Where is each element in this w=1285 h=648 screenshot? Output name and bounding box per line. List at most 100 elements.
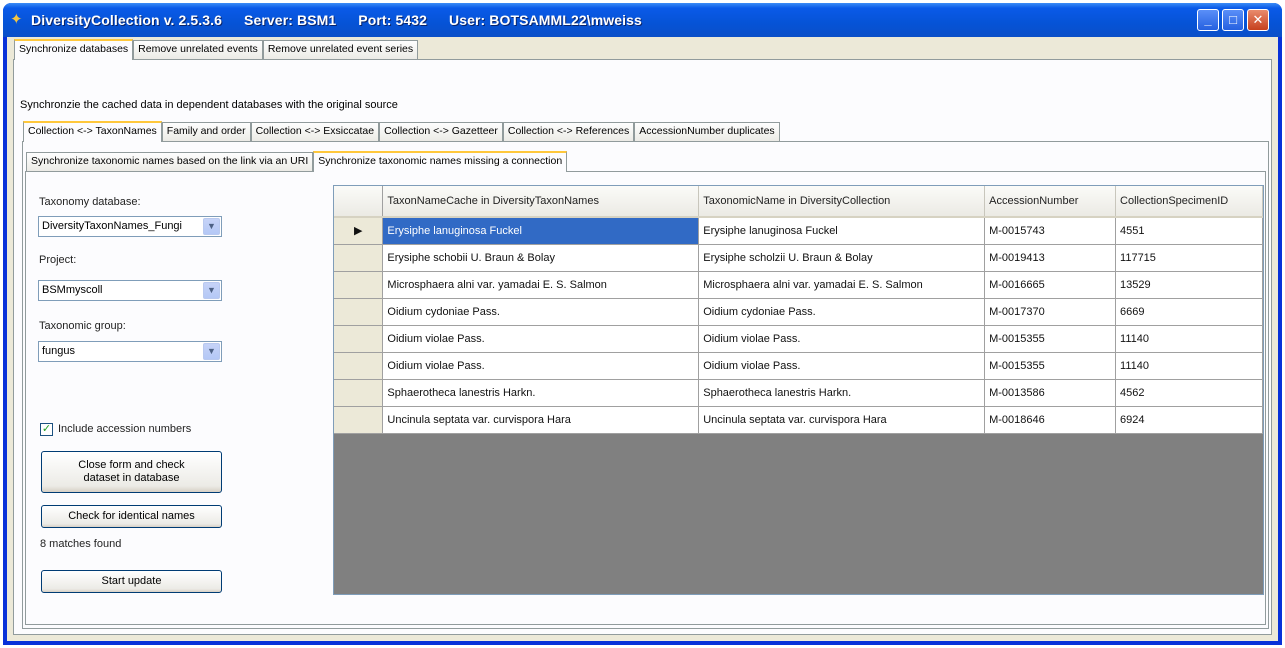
- table-cell[interactable]: Microsphaera alni var. yamadai E. S. Sal…: [698, 271, 986, 299]
- row-header[interactable]: [334, 244, 384, 272]
- table-cell[interactable]: 11140: [1115, 325, 1263, 353]
- row-header[interactable]: [334, 298, 384, 326]
- table-cell[interactable]: Erysiphe lanuginosa Fuckel: [382, 217, 700, 245]
- column-header-taxonomicname[interactable]: TaxonomicName in DiversityCollection: [698, 186, 986, 218]
- include-accession-checkbox[interactable]: ✓: [40, 423, 53, 436]
- client-area: Synchronize databases Remove unrelated e…: [7, 37, 1278, 641]
- table-cell[interactable]: Erysiphe schobii U. Braun & Bolay: [382, 244, 700, 272]
- table-row[interactable]: Oidium violae Pass. Oidium violae Pass. …: [334, 352, 1263, 380]
- table-row[interactable]: Oidium violae Pass. Oidium violae Pass. …: [334, 325, 1263, 353]
- table-row[interactable]: Microsphaera alni var. yamadai E. S. Sal…: [334, 271, 1263, 299]
- window-title: DiversityCollection v. 2.5.3.6 Server: B…: [31, 12, 660, 28]
- row-header[interactable]: [334, 271, 384, 299]
- include-accession-label: Include accession numbers: [58, 423, 192, 435]
- start-update-button[interactable]: Start update: [41, 570, 222, 593]
- current-row-arrow-icon[interactable]: ▶: [334, 217, 384, 245]
- description-text: Synchronzie the cached data in dependent…: [20, 99, 398, 111]
- table-cell[interactable]: M-0019413: [984, 244, 1117, 272]
- title-server: Server: BSM1: [244, 12, 337, 28]
- table-cell[interactable]: 4551: [1115, 217, 1263, 245]
- row-header[interactable]: [334, 379, 384, 407]
- table-cell[interactable]: Oidium cydoniae Pass.: [698, 298, 986, 326]
- results-grid[interactable]: TaxonNameCache in DiversityTaxonNames Ta…: [333, 185, 1264, 595]
- table-cell[interactable]: 11140: [1115, 352, 1263, 380]
- close-form-button[interactable]: Close form and check dataset in database: [41, 451, 222, 493]
- check-identical-names-button[interactable]: Check for identical names: [41, 505, 222, 528]
- tab-accessionnumber-duplicates[interactable]: AccessionNumber duplicates: [634, 122, 780, 141]
- project-select[interactable]: BSMmyscoll ▼: [38, 280, 222, 301]
- table-cell[interactable]: 13529: [1115, 271, 1263, 299]
- table-cell[interactable]: 117715: [1115, 244, 1263, 272]
- table-cell[interactable]: M-0013586: [984, 379, 1117, 407]
- table-cell[interactable]: Oidium cydoniae Pass.: [382, 298, 700, 326]
- tab-remove-unrelated-event-series[interactable]: Remove unrelated event series: [262, 40, 419, 59]
- table-cell[interactable]: 4562: [1115, 379, 1263, 407]
- table-cell[interactable]: Microsphaera alni var. yamadai E. S. Sal…: [382, 271, 700, 299]
- title-port: Port: 5432: [358, 12, 427, 28]
- table-cell[interactable]: Oidium violae Pass.: [382, 352, 700, 380]
- row-header-corner[interactable]: [334, 186, 384, 218]
- title-app-version: DiversityCollection v. 2.5.3.6: [31, 12, 223, 28]
- taxonomy-database-label: Taxonomy database:: [39, 196, 141, 208]
- chevron-down-icon[interactable]: ▼: [203, 218, 220, 235]
- table-cell[interactable]: M-0016665: [984, 271, 1117, 299]
- row-header[interactable]: [334, 352, 384, 380]
- table-cell[interactable]: 6924: [1115, 406, 1263, 434]
- table-row[interactable]: Erysiphe schobii U. Braun & Bolay Erysip…: [334, 244, 1263, 272]
- project-label: Project:: [39, 254, 77, 266]
- sync-tab-strip: Collection <-> TaxonNames Family and ord…: [23, 121, 780, 142]
- title-bar[interactable]: ✦ DiversityCollection v. 2.5.3.6 Server:…: [3, 3, 1282, 37]
- tab-synchronize-databases[interactable]: Synchronize databases: [14, 39, 134, 60]
- close-button[interactable]: ✕: [1247, 9, 1269, 31]
- table-cell[interactable]: 6669: [1115, 298, 1263, 326]
- app-window: ✦ DiversityCollection v. 2.5.3.6 Server:…: [3, 3, 1282, 645]
- tab-collection-exsiccatae[interactable]: Collection <-> Exsiccatae: [250, 122, 380, 141]
- chevron-down-icon[interactable]: ▼: [203, 282, 220, 299]
- title-user: User: BOTSAMML22\mweiss: [449, 12, 642, 28]
- taxonomy-database-value: DiversityTaxonNames_Fungi: [42, 220, 182, 232]
- tab-sync-via-uri[interactable]: Synchronize taxonomic names based on the…: [26, 152, 314, 171]
- app-icon: ✦: [10, 11, 23, 28]
- sub-tab-strip: Synchronize taxonomic names based on the…: [26, 151, 568, 172]
- taxonomic-group-value: fungus: [42, 345, 76, 357]
- tab-remove-unrelated-events[interactable]: Remove unrelated events: [133, 40, 263, 59]
- tab-family-and-order[interactable]: Family and order: [161, 122, 251, 141]
- table-header-row: TaxonNameCache in DiversityTaxonNames Ta…: [334, 186, 1263, 218]
- table-cell[interactable]: M-0015355: [984, 352, 1117, 380]
- tab-sync-missing-connection[interactable]: Synchronize taxonomic names missing a co…: [313, 151, 568, 172]
- column-header-collectionspecimenid[interactable]: CollectionSpecimenID: [1115, 186, 1263, 218]
- row-header[interactable]: [334, 406, 384, 434]
- table-row[interactable]: ▶ Erysiphe lanuginosa Fuckel Erysiphe la…: [334, 217, 1263, 245]
- table-cell[interactable]: Oidium violae Pass.: [698, 325, 986, 353]
- row-header[interactable]: [334, 325, 384, 353]
- table-cell[interactable]: Erysiphe scholzii U. Braun & Bolay: [698, 244, 986, 272]
- table-cell[interactable]: M-0017370: [984, 298, 1117, 326]
- tab-collection-references[interactable]: Collection <-> References: [502, 122, 635, 141]
- table-cell[interactable]: M-0018646: [984, 406, 1117, 434]
- taxonomy-database-select[interactable]: DiversityTaxonNames_Fungi ▼: [38, 216, 222, 237]
- column-header-accessionnumber[interactable]: AccessionNumber: [984, 186, 1117, 218]
- table-cell[interactable]: Uncinula septata var. curvispora Hara: [382, 406, 700, 434]
- table-row[interactable]: Oidium cydoniae Pass. Oidium cydoniae Pa…: [334, 298, 1263, 326]
- column-header-taxonnamecache[interactable]: TaxonNameCache in DiversityTaxonNames: [382, 186, 700, 218]
- minimize-button[interactable]: _: [1197, 9, 1219, 31]
- table-cell[interactable]: M-0015355: [984, 325, 1117, 353]
- top-tab-strip: Synchronize databases Remove unrelated e…: [14, 39, 419, 60]
- table-cell[interactable]: Oidium violae Pass.: [698, 352, 986, 380]
- maximize-button[interactable]: □: [1222, 9, 1244, 31]
- tab-collection-taxonnames[interactable]: Collection <-> TaxonNames: [23, 121, 162, 142]
- matches-found-text: 8 matches found: [40, 538, 122, 550]
- table-cell[interactable]: Oidium violae Pass.: [382, 325, 700, 353]
- table-cell[interactable]: Erysiphe lanuginosa Fuckel: [698, 217, 986, 245]
- table-cell[interactable]: Sphaerotheca lanestris Harkn.: [382, 379, 700, 407]
- table-cell[interactable]: Uncinula septata var. curvispora Hara: [698, 406, 986, 434]
- table-cell[interactable]: M-0015743: [984, 217, 1117, 245]
- taxonomic-group-label: Taxonomic group:: [39, 320, 126, 332]
- table-cell[interactable]: Sphaerotheca lanestris Harkn.: [698, 379, 986, 407]
- results-table: TaxonNameCache in DiversityTaxonNames Ta…: [334, 186, 1263, 434]
- table-row[interactable]: Sphaerotheca lanestris Harkn. Sphaerothe…: [334, 379, 1263, 407]
- table-row[interactable]: Uncinula septata var. curvispora Hara Un…: [334, 406, 1263, 434]
- taxonomic-group-select[interactable]: fungus ▼: [38, 341, 222, 362]
- chevron-down-icon[interactable]: ▼: [203, 343, 220, 360]
- tab-collection-gazetteer[interactable]: Collection <-> Gazetteer: [379, 122, 503, 141]
